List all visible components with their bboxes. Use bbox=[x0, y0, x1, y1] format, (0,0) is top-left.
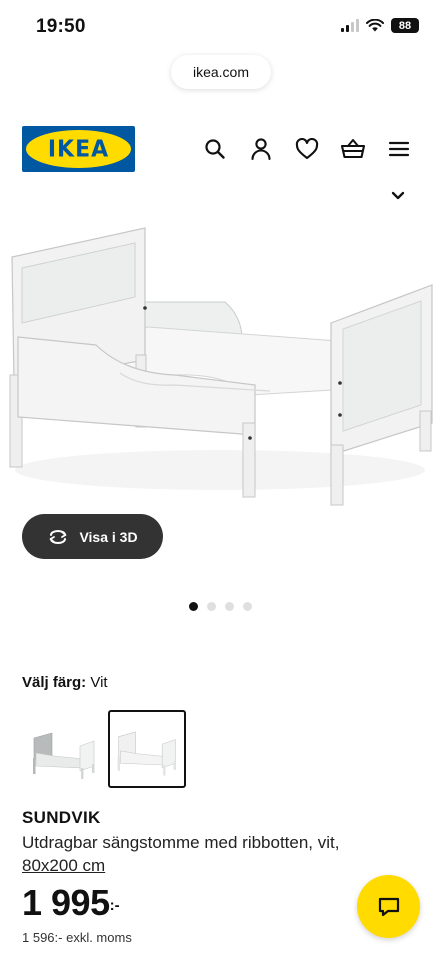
view-in-3d-button[interactable]: Visa i 3D bbox=[22, 514, 163, 559]
pagination-dot[interactable] bbox=[207, 602, 216, 611]
product-description: Utdragbar sängstomme med ribbotten, vit,… bbox=[22, 831, 402, 877]
signal-icon bbox=[341, 19, 359, 32]
status-time: 19:50 bbox=[36, 16, 86, 37]
view-in-3d-label: Visa i 3D bbox=[79, 528, 138, 545]
product-image[interactable] bbox=[0, 205, 443, 515]
url-bar[interactable]: ikea.com bbox=[171, 55, 271, 89]
color-value: Vit bbox=[90, 674, 108, 691]
url-text: ikea.com bbox=[192, 64, 250, 80]
status-bar: 19:50 88 bbox=[0, 0, 443, 50]
chat-button[interactable] bbox=[357, 875, 420, 938]
product-price: 1 995 :- bbox=[22, 882, 120, 924]
price-suffix: :- bbox=[109, 897, 120, 914]
logo-oval: IKEA bbox=[26, 130, 131, 168]
color-label: Välj färg: bbox=[22, 674, 87, 691]
basket-icon[interactable] bbox=[340, 136, 366, 162]
pagination-dot[interactable] bbox=[243, 602, 252, 611]
account-icon[interactable] bbox=[248, 136, 274, 162]
color-selector-label: Välj färg: Vit bbox=[22, 674, 108, 691]
product-description-text: Utdragbar sängstomme med ribbotten, vit, bbox=[22, 833, 340, 852]
price-excl-vat: 1 596:- exkl. moms bbox=[22, 930, 132, 945]
favorites-icon[interactable] bbox=[294, 136, 320, 162]
price-amount: 1 995 bbox=[22, 882, 110, 923]
ikea-logo[interactable]: IKEA bbox=[22, 126, 135, 172]
header-actions bbox=[202, 135, 412, 163]
pagination-dot[interactable] bbox=[189, 602, 198, 611]
color-swatch-grey[interactable] bbox=[24, 710, 102, 788]
wifi-icon bbox=[366, 19, 384, 32]
color-swatch-white[interactable] bbox=[108, 710, 186, 788]
image-pagination bbox=[189, 602, 252, 611]
rotate-3d-icon bbox=[50, 529, 67, 544]
search-icon[interactable] bbox=[202, 136, 228, 162]
product-size-link[interactable]: 80x200 cm bbox=[22, 856, 105, 875]
menu-icon[interactable] bbox=[386, 136, 412, 162]
chevron-down-icon[interactable] bbox=[389, 188, 407, 202]
chat-icon bbox=[378, 897, 399, 916]
status-icons: 88 bbox=[341, 18, 419, 33]
product-name: SUNDVIK bbox=[22, 808, 101, 827]
battery-indicator: 88 bbox=[391, 18, 419, 33]
logo-text: IKEA bbox=[47, 135, 110, 163]
pagination-dot[interactable] bbox=[225, 602, 234, 611]
